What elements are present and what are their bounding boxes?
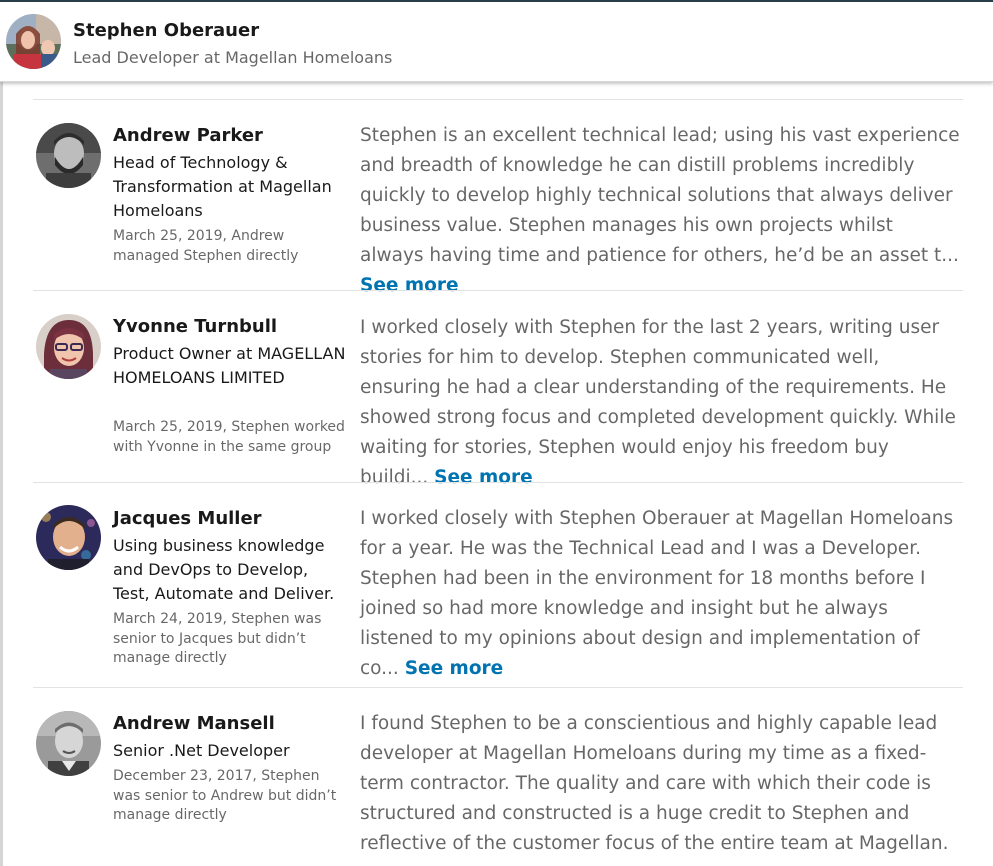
- recommendations-page: Stephen Oberauer Lead Developer at Magel…: [0, 0, 993, 866]
- recommendation-item: Andrew Mansell Senior .Net Developer Dec…: [0, 688, 993, 866]
- recommender-title: Product Owner at MAGELLAN HOMELOANS LIMI…: [113, 344, 346, 387]
- recommendation-meta: March 24, 2019, Stephen was senior to Ja…: [113, 611, 322, 666]
- profile-header: Stephen Oberauer Lead Developer at Magel…: [0, 2, 993, 82]
- profile-name[interactable]: Stephen Oberauer: [73, 20, 259, 41]
- see-more-link[interactable]: See more: [405, 658, 504, 679]
- person-photo-icon: [36, 711, 101, 776]
- recommender-name[interactable]: Andrew Parker: [113, 124, 263, 148]
- recommendation-item: Andrew Parker Head of Technology & Trans…: [0, 100, 993, 296]
- person-photo-icon: [36, 314, 101, 379]
- profile-avatar[interactable]: [6, 14, 61, 69]
- profile-photo-icon: [6, 14, 61, 69]
- recommender-avatar[interactable]: [36, 123, 101, 188]
- recommender-avatar[interactable]: [36, 711, 101, 776]
- recommender-title: Using business knowledge and DevOps to D…: [113, 536, 335, 603]
- recommendation-text: Stephen is an excellent technical lead; …: [360, 121, 960, 301]
- recommendation-text: I found Stephen to be a conscientious an…: [360, 709, 960, 859]
- recommendation-body: I worked closely with Stephen Oberauer a…: [360, 508, 954, 679]
- recommendation-body: I found Stephen to be a conscientious an…: [360, 713, 949, 854]
- recommendation-meta: March 25, 2019, Andrew managed Stephen d…: [113, 228, 299, 264]
- recommendation-item: Yvonne Turnbull Product Owner at MAGELLA…: [0, 291, 993, 488]
- recommendation-body: Stephen is an excellent technical lead; …: [360, 125, 960, 266]
- person-photo-icon: [36, 123, 101, 188]
- recommendation-meta: March 25, 2019, Stephen worked with Yvon…: [113, 419, 345, 455]
- recommender-name[interactable]: Andrew Mansell: [113, 712, 275, 736]
- recommender-title: Head of Technology & Transformation at M…: [113, 153, 332, 220]
- recommender-name[interactable]: Jacques Muller: [113, 507, 262, 531]
- recommender-avatar[interactable]: [36, 505, 101, 570]
- recommender-name[interactable]: Yvonne Turnbull: [113, 315, 277, 339]
- recommendation-meta: December 23, 2017, Stephen was senior to…: [113, 768, 337, 823]
- recommender-title: Senior .Net Developer: [113, 741, 290, 760]
- recommender-avatar[interactable]: [36, 314, 101, 379]
- recommendation-body: I worked closely with Stephen for the la…: [360, 317, 956, 488]
- person-photo-icon: [36, 505, 101, 570]
- recommendation-text: I worked closely with Stephen Oberauer a…: [360, 504, 960, 684]
- recommendation-item: Jacques Muller Using business knowledge …: [0, 483, 993, 687]
- recommendation-text: I worked closely with Stephen for the la…: [360, 313, 960, 493]
- profile-headline: Lead Developer at Magellan Homeloans: [73, 48, 393, 67]
